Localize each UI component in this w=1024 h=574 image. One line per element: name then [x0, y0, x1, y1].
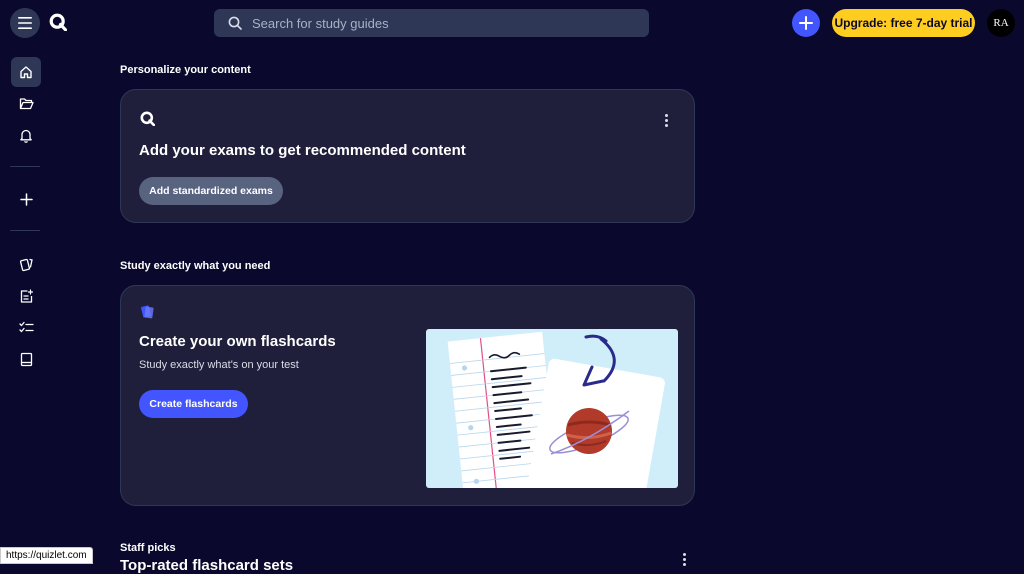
sidebar-item-practice-tests[interactable]: [11, 312, 41, 342]
card-subtitle: Study exactly what's on your test: [139, 359, 299, 371]
sidebar-item-textbooks[interactable]: [11, 344, 41, 374]
avatar[interactable]: RA: [987, 9, 1015, 37]
more-options-icon[interactable]: [665, 114, 669, 127]
home-icon: [20, 66, 32, 79]
bell-icon: [20, 129, 32, 143]
plus-icon: [19, 192, 33, 206]
sidebar-divider: [10, 230, 40, 231]
checklist-icon: [18, 321, 34, 332]
quizlet-logo[interactable]: [49, 13, 68, 32]
add-standardized-exams-button[interactable]: Add standardized exams: [139, 177, 283, 205]
upgrade-button[interactable]: Upgrade: free 7-day trial: [832, 9, 975, 37]
hamburger-icon: [18, 17, 32, 29]
create-button[interactable]: [792, 9, 820, 37]
card-title: Create your own flashcards: [139, 333, 336, 350]
quizlet-logo-icon: [140, 111, 155, 126]
card-title: Add your exams to get recommended conten…: [139, 142, 466, 159]
sidebar-item-notifications[interactable]: [11, 120, 41, 150]
create-flashcards-button[interactable]: Create flashcards: [139, 390, 248, 418]
search-bar[interactable]: [214, 9, 649, 37]
flashcards-icon: [19, 258, 33, 271]
sidebar-item-create[interactable]: [11, 184, 41, 214]
main-menu-button[interactable]: [10, 8, 40, 38]
notes-and-planet-illustration: [447, 331, 665, 488]
sidebar-item-folders[interactable]: [11, 88, 41, 118]
section-label-study: Study exactly what you need: [120, 260, 271, 272]
section-label-personalize: Personalize your content: [120, 64, 251, 76]
status-url: https://quizlet.com: [0, 547, 93, 564]
more-options-icon[interactable]: [683, 553, 687, 566]
sidebar-item-flashcards[interactable]: [11, 249, 41, 279]
sidebar-divider: [10, 166, 40, 167]
flashcards-icon: [141, 305, 154, 319]
sidebar-item-study-guides[interactable]: [11, 281, 41, 311]
sidebar-item-home[interactable]: [11, 57, 41, 87]
search-input[interactable]: [250, 14, 634, 32]
section-label-staff-picks: Staff picks: [120, 542, 176, 554]
flashcards-card: Create your own flashcards Study exactly…: [120, 285, 695, 506]
plus-icon: [799, 16, 813, 30]
quizlet-logo-icon: [49, 13, 68, 32]
personalize-card: Add your exams to get recommended conten…: [120, 89, 695, 223]
staff-picks-title: Top-rated flashcard sets: [120, 557, 294, 574]
search-icon: [228, 16, 242, 30]
book-icon: [20, 352, 32, 366]
flashcards-illustration: [426, 329, 678, 488]
folder-icon: [19, 97, 34, 109]
study-guide-icon: [20, 288, 33, 303]
